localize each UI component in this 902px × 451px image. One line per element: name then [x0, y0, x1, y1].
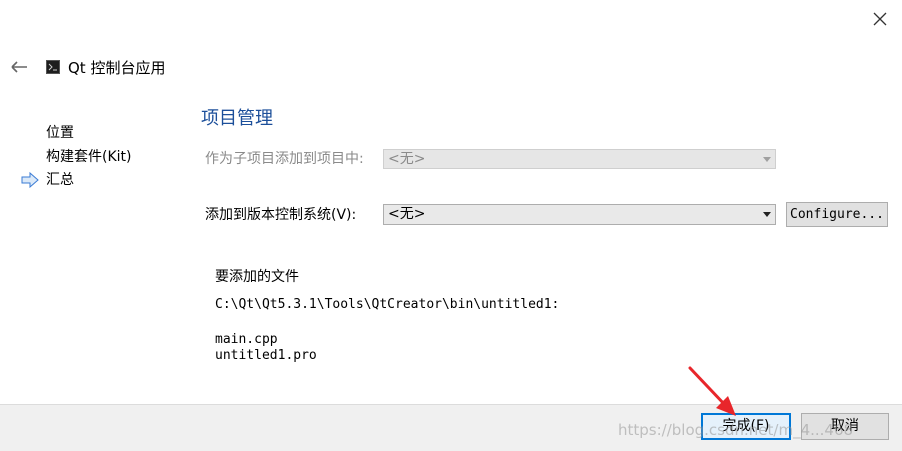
vcs-combo[interactable]: <无>	[383, 204, 776, 225]
back-button[interactable]	[8, 56, 30, 78]
step-item-location: 位置	[46, 125, 74, 141]
step-item-summary: 汇总	[46, 172, 74, 188]
vcs-value: <无>	[388, 206, 426, 222]
add-to-project-combo: <无>	[383, 149, 776, 169]
file-item: main.cpp	[215, 332, 278, 347]
back-arrow-icon	[11, 61, 27, 73]
file-item: untitled1.pro	[215, 348, 317, 363]
chevron-down-icon	[763, 212, 771, 217]
terminal-icon	[46, 60, 60, 74]
close-icon	[873, 12, 887, 26]
add-to-project-value: <无>	[388, 151, 426, 167]
annotation-arrow-icon	[688, 366, 736, 416]
configure-button[interactable]: Configure...	[786, 202, 888, 227]
close-button[interactable]	[866, 6, 894, 32]
files-path: C:\Qt\Qt5.3.1\Tools\QtCreator\bin\untitl…	[215, 297, 560, 312]
chevron-down-icon	[763, 157, 771, 162]
step-item-kit: 构建套件(Kit)	[46, 149, 132, 165]
files-heading: 要添加的文件	[215, 269, 299, 285]
arrow-right-icon	[20, 171, 40, 189]
watermark: https://blog.csdn.net/m_4...468	[618, 421, 854, 439]
window-title: Qt 控制台应用	[68, 59, 166, 77]
vcs-label: 添加到版本控制系统(V):	[205, 207, 357, 223]
page-title: 项目管理	[201, 108, 273, 129]
add-to-project-label: 作为子项目添加到项目中:	[205, 151, 364, 167]
